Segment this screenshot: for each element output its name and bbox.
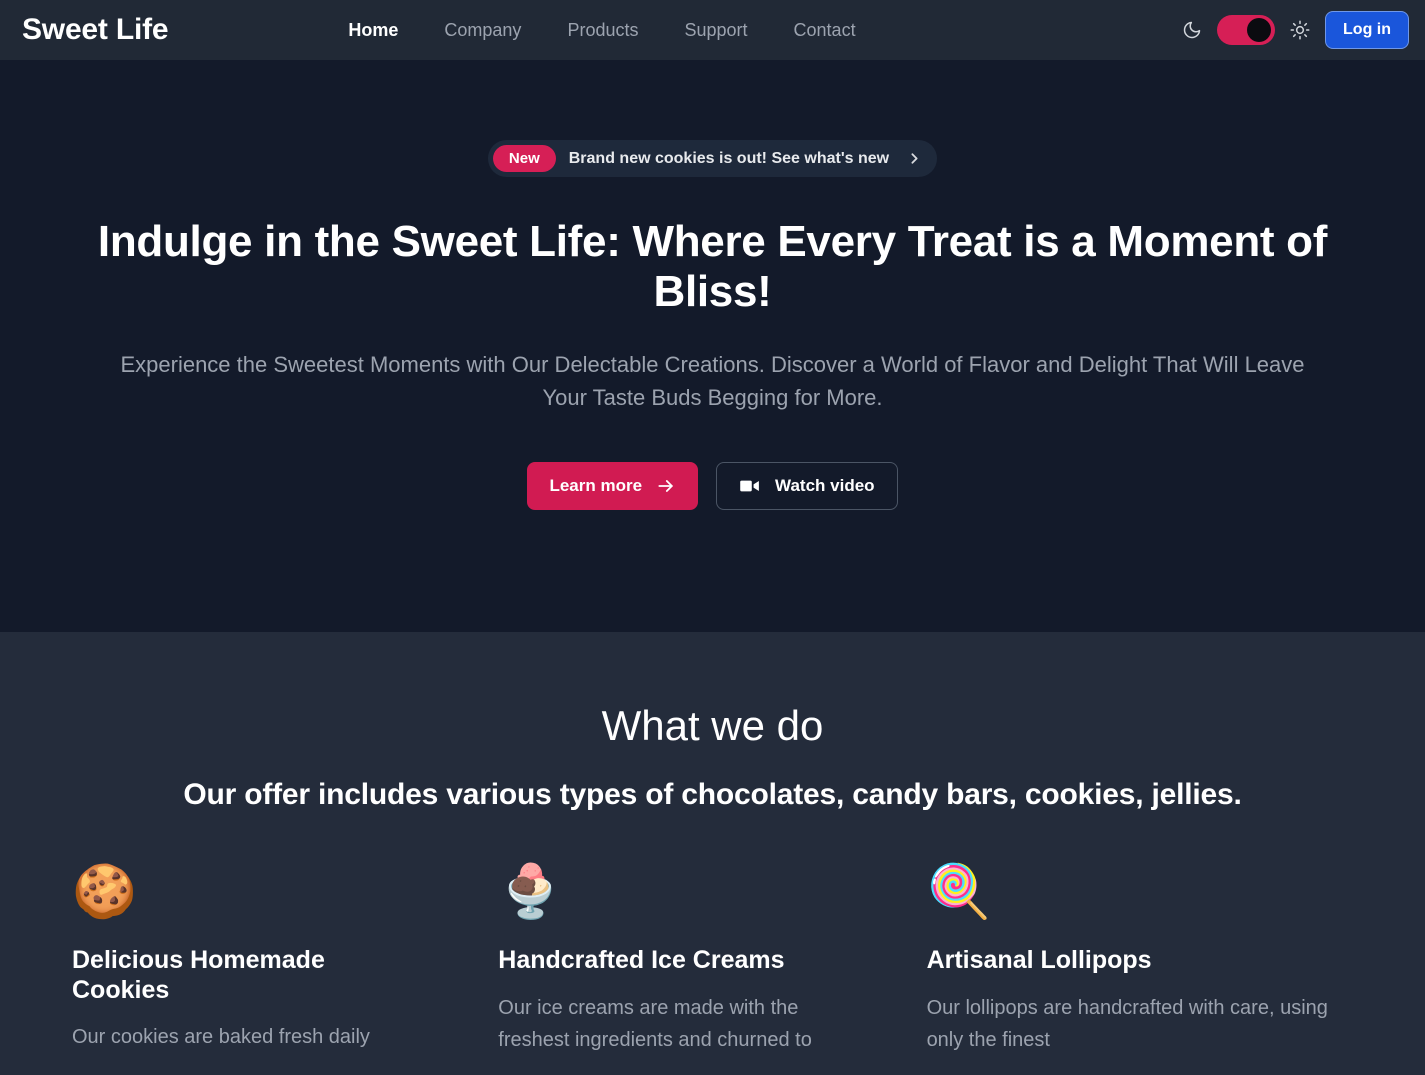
lollipop-icon: 🍭 xyxy=(926,863,992,921)
nav-link-support[interactable]: Support xyxy=(684,20,747,41)
feature-card-title: Delicious Homemade Cookies xyxy=(72,946,325,1004)
hero-subtitle: Experience the Sweetest Moments with Our… xyxy=(120,352,1305,410)
feature-card: 🍪 Delicious Homemade Cookies Our cookies… xyxy=(70,860,498,1056)
nav-actions: Log in xyxy=(1181,11,1409,49)
ice-cream-icon: 🍨 xyxy=(498,863,564,921)
top-navigation-bar: Sweet Life Home Company Products Support… xyxy=(0,0,1425,60)
feature-card-list: 🍪 Delicious Homemade Cookies Our cookies… xyxy=(0,860,1425,1056)
arrow-right-icon xyxy=(656,476,676,496)
sun-icon[interactable] xyxy=(1289,19,1311,41)
watch-video-button[interactable]: Watch video xyxy=(716,462,898,511)
login-button[interactable]: Log in xyxy=(1325,11,1409,49)
feature-card: 🍭 Artisanal Lollipops Our lollipops are … xyxy=(927,860,1355,1056)
learn-more-button[interactable]: Learn more xyxy=(527,462,699,511)
site-logo[interactable]: Sweet Life xyxy=(22,13,169,47)
feature-card: 🍨 Handcrafted Ice Creams Our ice creams … xyxy=(498,860,926,1056)
nav-link-contact[interactable]: Contact xyxy=(794,20,856,41)
moon-icon[interactable] xyxy=(1181,19,1203,41)
feature-card-description: Our ice creams are made with the freshes… xyxy=(498,996,812,1051)
feature-card-description: Our lollipops are handcrafted with care,… xyxy=(926,996,1328,1051)
hero-section: New Brand new cookies is out! See what's… xyxy=(0,60,1425,632)
what-we-do-title: What we do xyxy=(601,702,824,749)
watch-video-label: Watch video xyxy=(775,476,875,496)
feature-card-description: Our cookies are baked fresh daily xyxy=(72,1026,370,1048)
cookie-icon: 🍪 xyxy=(72,863,137,921)
chevron-right-icon xyxy=(906,150,923,167)
nav-link-company[interactable]: Company xyxy=(444,20,521,41)
nav-link-home[interactable]: Home xyxy=(348,20,398,41)
feature-card-title: Artisanal Lollipops xyxy=(926,946,1152,974)
learn-more-label: Learn more xyxy=(549,476,643,496)
theme-toggle-knob xyxy=(1247,18,1272,42)
announcement-pill[interactable]: New Brand new cookies is out! See what's… xyxy=(487,140,938,177)
theme-toggle-switch[interactable] xyxy=(1217,15,1276,45)
announcement-badge: New xyxy=(492,145,556,172)
video-camera-icon xyxy=(739,478,761,494)
hero-action-buttons: Learn more Watch video xyxy=(0,462,1425,511)
feature-card-title: Handcrafted Ice Creams xyxy=(498,946,785,974)
what-we-do-subtitle: Our offer includes various types of choc… xyxy=(183,778,1242,811)
primary-nav: Home Company Products Support Contact xyxy=(348,20,855,41)
announcement-text: Brand new cookies is out! See what's new xyxy=(568,149,890,167)
what-we-do-section: What we do Our offer includes various ty… xyxy=(0,632,1425,1075)
nav-link-products[interactable]: Products xyxy=(567,20,638,41)
hero-title: Indulge in the Sweet Life: Where Every T… xyxy=(97,217,1328,317)
